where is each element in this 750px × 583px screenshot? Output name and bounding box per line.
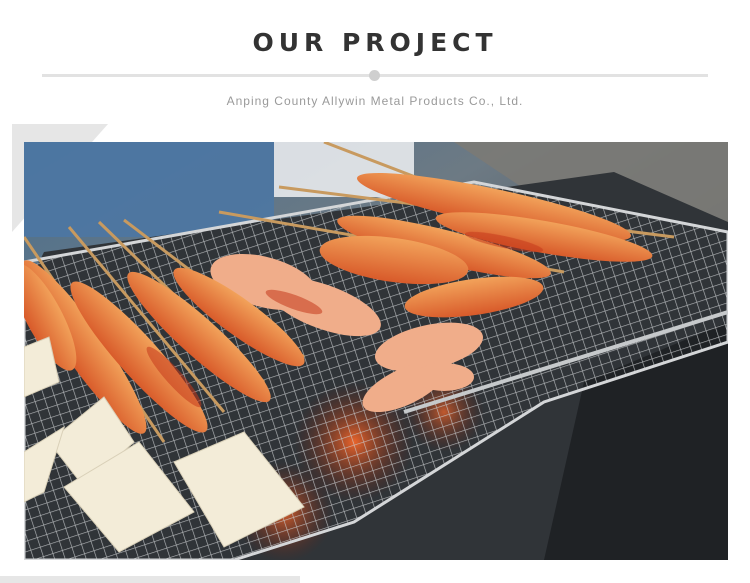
company-subtitle: Anping County Allywin Metal Products Co.…: [226, 94, 524, 108]
page: OUR PROJECT Anping County Allywin Metal …: [0, 0, 750, 583]
bbq-grill-photo[interactable]: [24, 142, 728, 560]
section-title: OUR PROJECT: [252, 28, 498, 57]
bottom-decoration-bar: [0, 576, 300, 583]
title-divider-dot: [369, 70, 380, 81]
